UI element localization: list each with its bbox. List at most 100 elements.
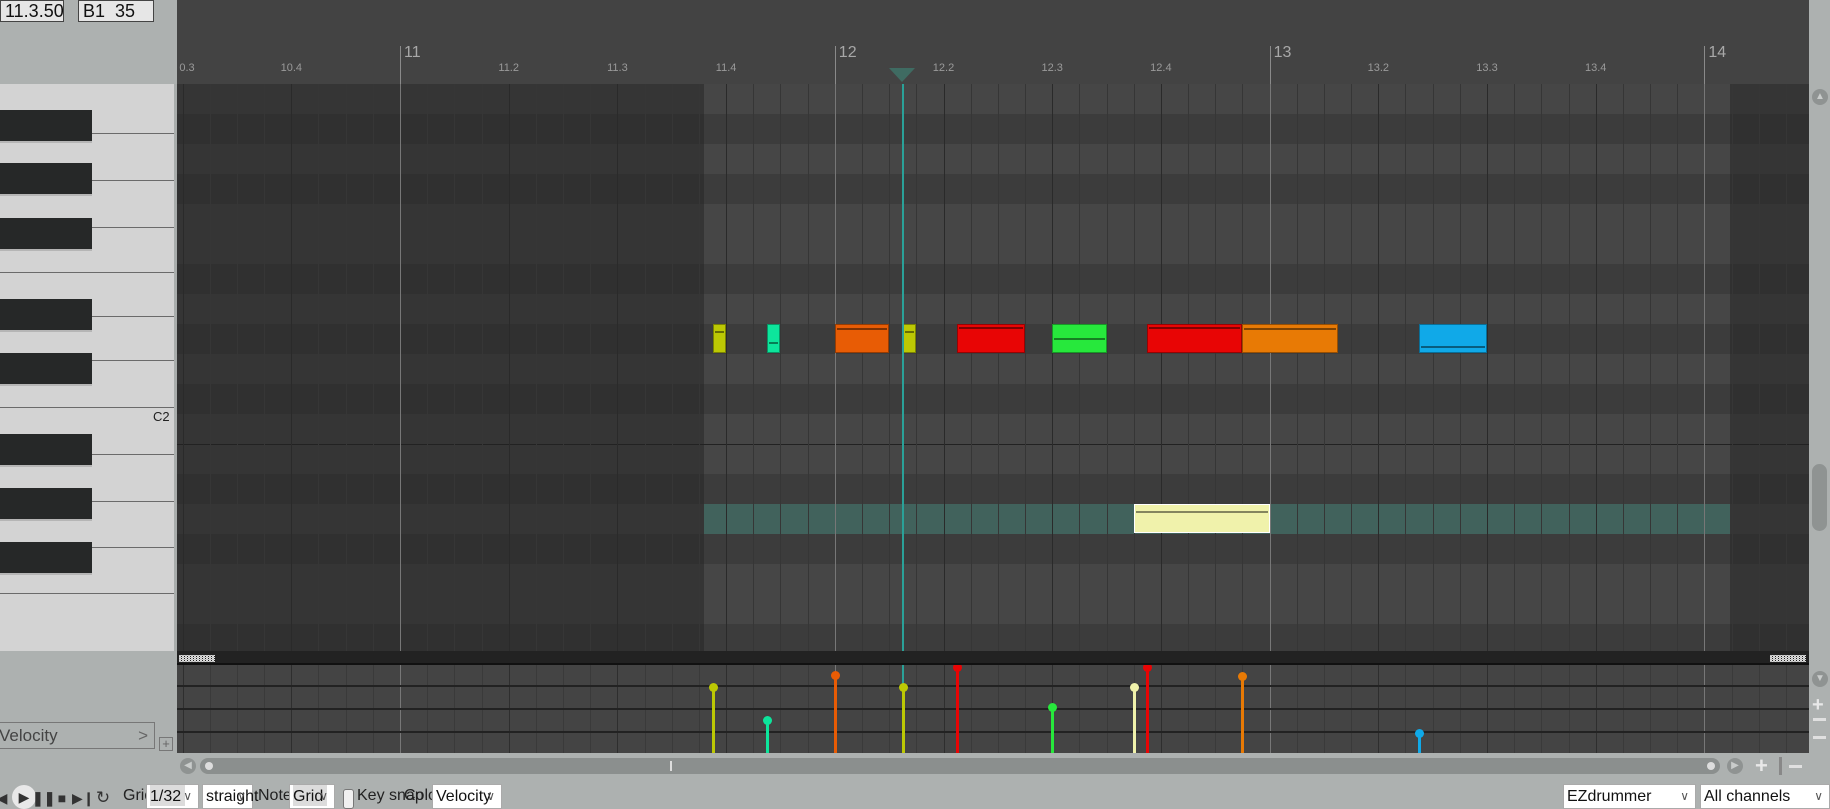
velocity-handle[interactable] xyxy=(708,683,718,693)
velocity-stem[interactable] xyxy=(830,671,840,753)
playhead-line xyxy=(902,84,905,651)
velocity-stem[interactable] xyxy=(708,683,718,753)
zoom-out-horizontal-icon[interactable] xyxy=(1789,765,1802,768)
black-key[interactable] xyxy=(0,218,92,249)
note-velocity-bar xyxy=(904,331,915,333)
grid-line xyxy=(997,84,999,651)
velocity-stem[interactable] xyxy=(1238,671,1248,753)
white-key-divider xyxy=(92,180,174,181)
velocity-handle[interactable] xyxy=(762,715,772,725)
midi-note[interactable] xyxy=(1133,504,1270,533)
grip-right[interactable] xyxy=(1770,655,1806,662)
grid-line xyxy=(1650,84,1652,651)
loop-icon[interactable]: ↻ xyxy=(93,788,113,808)
lane-selector[interactable]: Velocity > xyxy=(0,722,155,749)
velocity-stem[interactable] xyxy=(1415,729,1425,753)
midi-note[interactable] xyxy=(834,324,890,353)
grip-left[interactable] xyxy=(179,655,215,662)
grid-line xyxy=(644,84,646,651)
midi-note[interactable] xyxy=(1147,324,1243,353)
grid-line xyxy=(753,84,755,651)
velocity-stem[interactable] xyxy=(1129,683,1139,753)
black-key[interactable] xyxy=(0,353,92,384)
black-key[interactable] xyxy=(0,163,92,194)
note-info-display[interactable]: B1 35 xyxy=(78,0,154,22)
midi-note[interactable] xyxy=(712,324,727,353)
velocity-stem[interactable] xyxy=(898,683,908,753)
scroll-up-icon[interactable]: ▲ xyxy=(1812,89,1828,105)
color-select[interactable]: Velocity ∨ xyxy=(432,784,502,809)
grid-line xyxy=(1758,84,1760,651)
skip-end-button[interactable]: ▶❙ xyxy=(72,788,95,808)
white-key-divider xyxy=(0,593,174,594)
midi-note[interactable] xyxy=(1419,324,1487,353)
midi-note[interactable] xyxy=(766,324,781,353)
velocity-handle[interactable] xyxy=(1143,665,1153,672)
zoom-in-horizontal-icon[interactable]: + xyxy=(1755,753,1768,779)
velocity-handle[interactable] xyxy=(1129,683,1139,693)
black-key[interactable] xyxy=(0,542,92,573)
grid-row xyxy=(177,444,1809,474)
plus-box-icon[interactable]: + xyxy=(159,737,173,751)
grid-line xyxy=(508,84,510,651)
playhead-marker-icon[interactable] xyxy=(889,68,916,82)
previous-icon[interactable]: ◀ xyxy=(0,788,12,808)
black-key[interactable] xyxy=(0,434,92,465)
velocity-handle[interactable] xyxy=(1415,729,1425,739)
note-grid[interactable] xyxy=(177,84,1809,651)
channel-select[interactable]: All channels ∨ xyxy=(1700,784,1830,809)
velocity-handle[interactable] xyxy=(898,683,908,693)
grid-row xyxy=(177,564,1809,594)
velocity-handle[interactable] xyxy=(830,671,840,681)
midi-note[interactable] xyxy=(1052,324,1107,353)
timeline-ruler[interactable]: 11 12 13 14 0.3 10.4 11.2 11.3 11.4 12.2 12.3 12.4 1… xyxy=(177,0,1809,84)
grid-row xyxy=(177,474,1809,504)
horizontal-scrollbar[interactable]: ◀ ▶ + xyxy=(177,753,1830,780)
grid-line xyxy=(563,84,565,651)
zoom-out-vertical-icon[interactable] xyxy=(1813,718,1826,721)
velocity-stem[interactable] xyxy=(1143,665,1153,753)
ruler-beat-label: 12.2 xyxy=(932,62,955,74)
scroll-left-icon[interactable]: ◀ xyxy=(180,758,196,774)
scroll-right-icon[interactable]: ▶ xyxy=(1727,758,1743,774)
black-key[interactable] xyxy=(0,299,92,330)
white-key-divider xyxy=(92,454,174,455)
grid-line xyxy=(617,84,619,651)
key-snap-checkbox[interactable] xyxy=(343,789,354,809)
instrument-select[interactable]: EZdrummer ∨ xyxy=(1563,784,1696,809)
lane-zoom-out-icon[interactable] xyxy=(1813,736,1826,739)
grid-select[interactable]: 1/32 ∨ xyxy=(146,784,199,809)
scroll-down-icon[interactable]: ▼ xyxy=(1812,671,1828,687)
horizontal-scroll-thumb[interactable] xyxy=(200,758,1720,774)
velocity-handle[interactable] xyxy=(953,665,963,672)
lane-splitter[interactable] xyxy=(177,651,1809,665)
velocity-lane[interactable] xyxy=(177,665,1809,753)
grid-type-select[interactable]: straight ∨ xyxy=(202,784,258,809)
black-key[interactable] xyxy=(0,488,92,519)
pause-button[interactable]: ❚❚ xyxy=(32,788,55,808)
velocity-handle[interactable] xyxy=(1048,702,1058,712)
piano-keyboard[interactable]: C2 xyxy=(0,84,177,651)
black-key[interactable] xyxy=(0,110,92,141)
velocity-handle[interactable] xyxy=(1238,671,1248,681)
item-row-area xyxy=(704,174,1731,204)
notes-select[interactable]: Grid ∨ xyxy=(289,784,335,809)
position-display[interactable]: 11.3.50 xyxy=(0,0,64,22)
vertical-scrollbar[interactable]: ▲ ▼ + xyxy=(1809,84,1830,753)
velocity-stem[interactable] xyxy=(1048,702,1058,753)
midi-note[interactable] xyxy=(1242,324,1338,353)
grid-line xyxy=(1432,84,1434,651)
stop-button[interactable]: ■ xyxy=(52,788,72,808)
vertical-scroll-thumb[interactable] xyxy=(1812,464,1827,531)
grid-line xyxy=(1677,84,1679,651)
velocity-stem[interactable] xyxy=(953,665,963,753)
ruler-bar-label: 12 xyxy=(838,44,857,61)
zoom-in-vertical-icon[interactable]: + xyxy=(1812,694,1824,717)
velocity-stem[interactable] xyxy=(762,715,772,753)
item-row-area xyxy=(704,624,1731,651)
grid-line xyxy=(236,84,238,651)
midi-note[interactable] xyxy=(957,324,1026,353)
midi-note[interactable] xyxy=(902,324,917,353)
grid-line xyxy=(1487,84,1488,651)
grid-line xyxy=(780,84,782,651)
